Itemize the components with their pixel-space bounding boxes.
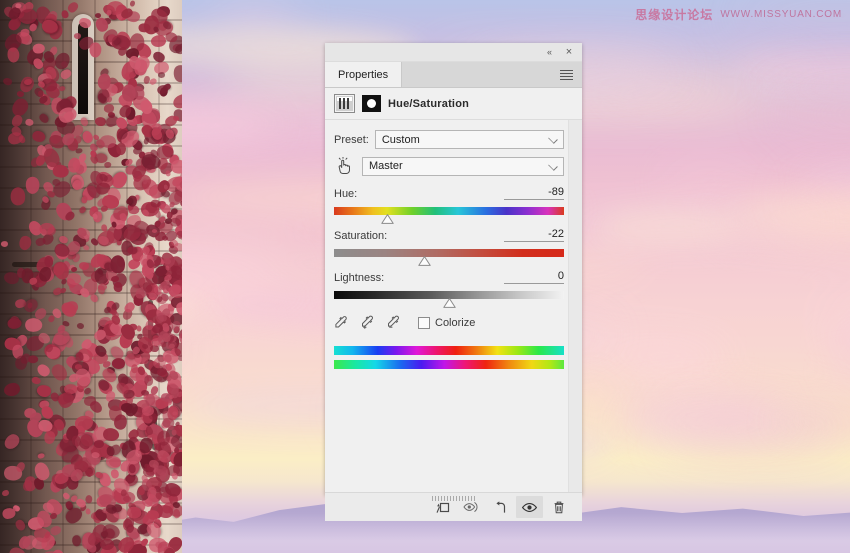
panel-tab-row: Properties bbox=[325, 62, 582, 88]
lightness-track[interactable] bbox=[334, 291, 564, 308]
preset-value: Custom bbox=[381, 133, 420, 146]
eyedropper-subtract-icon[interactable] bbox=[386, 315, 401, 330]
watermark: 思缘设计论坛 WWW.MISSYUAN.COM bbox=[635, 6, 842, 23]
watermark-chinese: 思缘设计论坛 bbox=[635, 8, 714, 22]
lightness-label: Lightness: bbox=[334, 272, 385, 284]
properties-panel: « × Properties Hue/Saturation Preset: Cu… bbox=[325, 43, 582, 521]
chevron-down-icon bbox=[548, 134, 558, 144]
hue-value[interactable]: -89 bbox=[548, 186, 564, 198]
screenshot-stage: 思缘设计论坛 WWW.MISSYUAN.COM « × Properties H… bbox=[0, 0, 850, 553]
layer-mask-thumbnail-icon[interactable] bbox=[362, 95, 381, 112]
channel-row: Master bbox=[325, 149, 582, 176]
preset-select[interactable]: Custom bbox=[374, 130, 564, 149]
toggle-visibility-button[interactable] bbox=[516, 496, 543, 518]
panel-scrollbar[interactable] bbox=[568, 120, 582, 492]
eyedropper-icon[interactable] bbox=[334, 315, 349, 330]
watermark-url: WWW.MISSYUAN.COM bbox=[720, 9, 842, 20]
adjustment-title: Hue/Saturation bbox=[388, 97, 470, 110]
delete-adjustment-button[interactable] bbox=[545, 496, 572, 518]
colorize-checkbox-box[interactable] bbox=[418, 316, 430, 329]
slider-lightness: Lightness: 0 bbox=[334, 270, 564, 308]
hamburger-menu-icon[interactable] bbox=[560, 62, 576, 87]
channel-select[interactable]: Master bbox=[362, 156, 564, 176]
hue-track[interactable] bbox=[334, 207, 564, 224]
tab-properties[interactable]: Properties bbox=[325, 62, 403, 87]
ivy-foliage bbox=[0, 0, 182, 553]
channel-value: Master bbox=[369, 160, 403, 172]
hue-slider-thumb[interactable] bbox=[381, 214, 394, 224]
chevron-down-icon bbox=[548, 160, 558, 171]
hue-range-bars bbox=[325, 330, 582, 369]
hue-bar-source bbox=[334, 346, 564, 355]
reset-button[interactable] bbox=[487, 496, 514, 518]
hue-bar-result[interactable] bbox=[334, 360, 564, 369]
saturation-track[interactable] bbox=[334, 249, 564, 266]
stone-tower bbox=[0, 0, 182, 553]
preset-label: Preset: bbox=[334, 133, 369, 146]
targeted-adjustment-hand-icon[interactable] bbox=[334, 156, 356, 176]
saturation-label: Saturation: bbox=[334, 230, 388, 242]
eyedropper-add-icon[interactable] bbox=[360, 315, 375, 330]
saturation-value[interactable]: -22 bbox=[548, 228, 564, 240]
lightness-value[interactable]: 0 bbox=[558, 270, 564, 282]
colorize-checkbox[interactable]: Colorize bbox=[418, 316, 476, 329]
slider-saturation: Saturation: -22 bbox=[334, 228, 564, 266]
saturation-slider-thumb[interactable] bbox=[417, 256, 431, 266]
hue-saturation-icon[interactable] bbox=[334, 94, 355, 113]
colorize-label: Colorize bbox=[435, 316, 476, 329]
hue-label: Hue: bbox=[334, 188, 358, 200]
slider-group: Hue: -89 Saturation: -22 Lightness: 0 bbox=[325, 176, 582, 308]
tab-filler bbox=[402, 62, 560, 87]
panel-resize-grip[interactable] bbox=[431, 496, 476, 501]
collapse-icon[interactable]: « bbox=[542, 45, 556, 59]
panel-body: Preset: Custom Master Hue: -89 Saturatio… bbox=[325, 120, 582, 492]
preset-row: Preset: Custom bbox=[325, 120, 582, 149]
panel-top-bar: « × bbox=[325, 43, 582, 62]
slider-hue: Hue: -89 bbox=[334, 186, 564, 224]
close-icon[interactable]: × bbox=[562, 45, 576, 59]
panel-footer bbox=[325, 492, 582, 521]
adjustment-header: Hue/Saturation bbox=[325, 88, 582, 120]
lightness-slider-thumb[interactable] bbox=[443, 298, 456, 308]
